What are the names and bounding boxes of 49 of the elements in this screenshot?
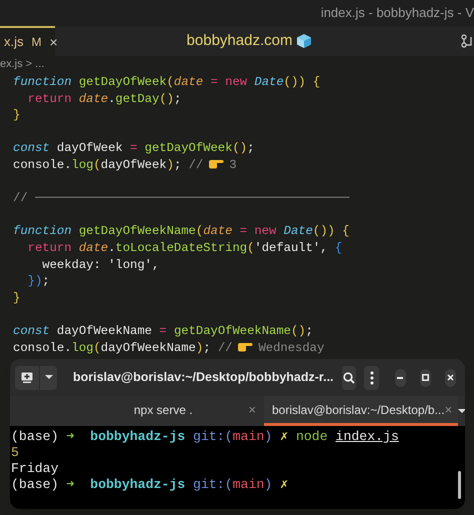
terminal-line: 5 [11,445,19,461]
terminal-line: (base) ➜ bobbyhadz-js git:(main) ✗ node index.js [11,429,399,445]
menu-button[interactable] [364,366,379,390]
caret-icon [44,375,52,380]
code-line: 3 [229,158,237,172]
code-line: return date.getDay(); [26,90,182,108]
search-button[interactable] [342,366,356,390]
editor-tab[interactable]: x.js M × [0,26,55,56]
maximize-button[interactable] [420,368,431,386]
tab-label: npx serve . [132,402,194,418]
tab-label: borislav@borislav:~/Desktop/b... [272,402,445,418]
code-line: // ─────────────────────────────────────────── [13,190,350,207]
close-icon [447,374,454,381]
minimize-icon [397,376,404,378]
code-line: console.log(dayOfWeekName); // [13,340,232,354]
code-line: function getDayOfWeekName(date = new Date()) { [13,223,350,240]
code-line: Wednesday [258,340,324,354]
terminal-line: (base) ➜ bobbyhadz-js git:(main) ✗ [11,477,288,493]
caret-icon [458,408,465,414]
maximize-icon [422,374,429,381]
terminal-title: borislav@borislav:~/Desktop/bobbyhadz-r... [72,369,334,386]
code-line: console.log(dayOfWeek); // [13,158,204,172]
tab-label: x.js [4,33,24,52]
modified-label: M [32,34,42,51]
code-line: const dayOfWeekName = getDayOfWeekName(); [13,322,313,340]
search-icon [342,372,355,384]
code-line: } [13,290,20,306]
close-tab-button[interactable]: × [248,400,256,420]
code-line: return date.toLocaleDateString('default', { [26,240,342,257]
new-tab-icon [21,372,33,383]
minimize-button[interactable] [394,368,406,386]
site-name: bobbyhadz.com [186,30,292,51]
source-control-icon[interactable] [461,34,473,48]
scrollbar[interactable] [458,471,461,499]
menu-icon [370,370,374,384]
code-line: function getDayOfWeek(date = new Date()) { [13,74,320,91]
window-title: index.js - bobbyhadz-js - V [320,4,474,22]
terminal-tab[interactable]: borislav@borislav:~/Desktop/b...× [264,396,458,426]
terminal-line: Friday [11,461,58,477]
code-line: weekday: 'long', [41,256,160,274]
code-line: const dayOfWeek = getDayOfWeek(); [13,140,254,157]
close-button[interactable] [444,368,456,386]
code-line: }); [26,273,50,290]
close-tab-button[interactable]: × [50,32,58,52]
breadcrumb[interactable]: ex.js > ... [0,56,44,72]
code-line: } [13,107,20,124]
terminal-tab[interactable]: npx serve . × [70,396,264,426]
close-tab-button[interactable]: × [444,400,452,420]
cube-icon [296,33,312,49]
